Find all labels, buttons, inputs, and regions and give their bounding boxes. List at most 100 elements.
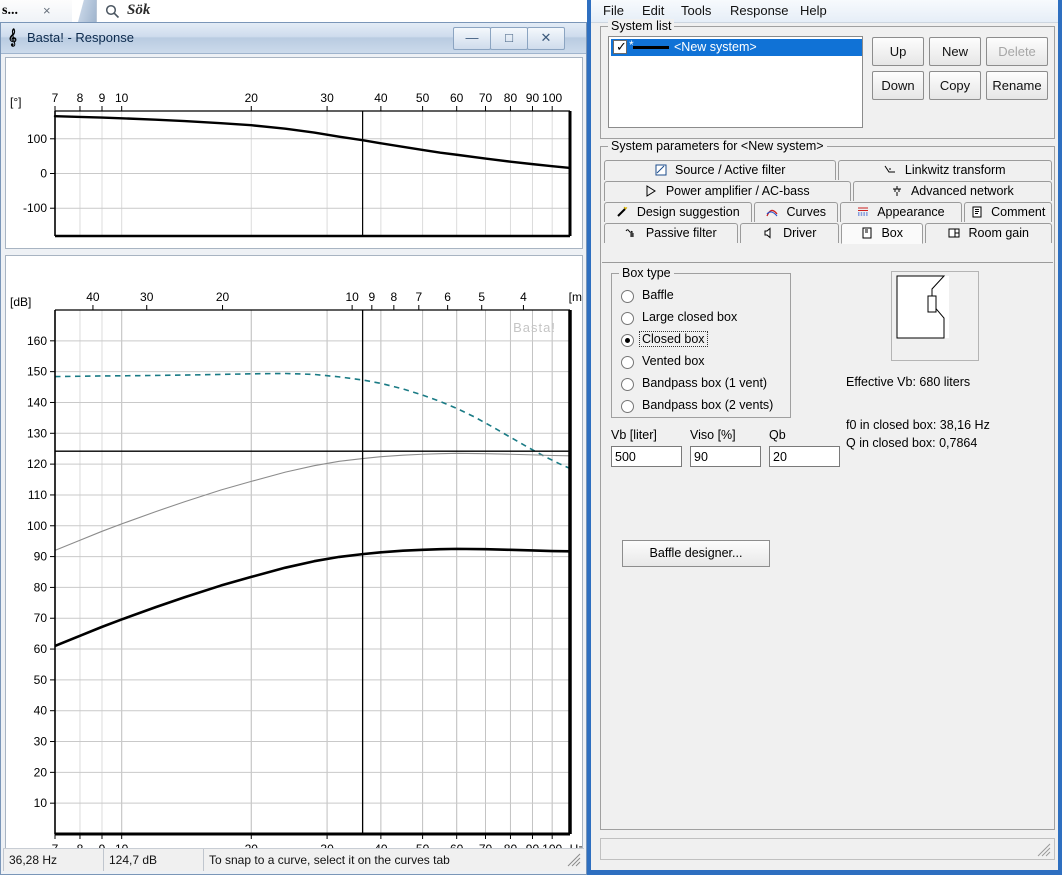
search-icon xyxy=(105,4,120,22)
minimize-button[interactable]: — xyxy=(453,27,491,50)
menu-tools[interactable]: Tools xyxy=(675,2,717,20)
browser-tab[interactable]: s... × xyxy=(0,0,73,24)
tab-advanced-network[interactable]: Advanced network xyxy=(853,181,1052,201)
radio-bandpass-2-vents[interactable]: Bandpass box (2 vents) xyxy=(621,397,786,416)
svg-text:60: 60 xyxy=(34,642,48,656)
tab-room-gain[interactable]: Room gain xyxy=(925,223,1052,243)
radio-label: Baffle xyxy=(642,288,674,302)
rename-button[interactable]: Rename xyxy=(986,71,1048,100)
tab-label: Linkwitz transform xyxy=(904,163,1006,177)
radio-label: Large closed box xyxy=(642,310,738,324)
maximize-icon: □ xyxy=(505,30,513,45)
radio-bandpass-1-vent[interactable]: Bandpass box (1 vent) xyxy=(621,375,786,394)
menu-edit[interactable]: Edit xyxy=(636,2,670,20)
system-enabled-checkbox[interactable]: ✓ xyxy=(613,39,627,54)
menu-response[interactable]: Response xyxy=(724,2,795,20)
qb-label: Qb xyxy=(769,428,786,442)
system-list-group: System list ✓ * <New system> Up New Dele… xyxy=(600,19,1055,139)
up-button[interactable]: Up xyxy=(872,37,924,66)
system-list-box[interactable]: ✓ * <New system> xyxy=(608,36,863,128)
comment-icon xyxy=(971,205,983,223)
radio-circle-icon xyxy=(621,334,634,347)
radio-baffle[interactable]: Baffle xyxy=(621,287,786,306)
close-icon: ✕ xyxy=(540,30,552,45)
maximize-button[interactable]: □ xyxy=(490,27,528,50)
phase-chart[interactable]: -10001007 8 9 10 20 30 40 50 60 70 80 90 100[°] xyxy=(6,58,582,248)
baffle-designer-button[interactable]: Baffle designer... xyxy=(622,540,770,567)
browser-tab-title: s... xyxy=(2,3,18,18)
list-item[interactable]: ✓ * <New system> xyxy=(611,38,862,56)
svg-text:100: 100 xyxy=(27,132,47,146)
svg-text:7: 7 xyxy=(52,91,59,105)
menu-help[interactable]: Help xyxy=(794,2,833,20)
spl-chart[interactable]: Basta! 10 20 30 40 50 60 70 80 90 100 110 120 130 140 1… xyxy=(6,256,582,869)
basta-main-window: File Edit Tools Response Help System lis… xyxy=(587,0,1062,875)
tab-design-suggestion[interactable]: Design suggestion xyxy=(604,202,752,222)
browser-tab-close-icon[interactable]: × xyxy=(43,3,51,18)
svg-text:150: 150 xyxy=(27,365,47,379)
resize-grip-icon[interactable] xyxy=(567,853,581,867)
linkwitz-icon xyxy=(884,163,896,181)
close-button[interactable]: ✕ xyxy=(527,27,565,50)
response-titlebar[interactable]: 𝄞 Basta! - Response — □ ✕ xyxy=(1,23,586,54)
svg-text:50: 50 xyxy=(416,91,430,105)
svg-text:130: 130 xyxy=(27,426,47,440)
status-level: 124,7 dB xyxy=(103,849,203,871)
resize-grip-icon[interactable] xyxy=(1037,843,1051,857)
tab-driver[interactable]: Driver xyxy=(740,223,839,243)
svg-text:110: 110 xyxy=(28,488,47,502)
svg-text:[m]: [m] xyxy=(569,290,582,304)
response-statusbar: 36,28 Hz 124,7 dB To snap to a curve, se… xyxy=(3,848,584,871)
browser-search-bar[interactable]: Sök xyxy=(96,0,587,24)
svg-text:30: 30 xyxy=(140,290,154,304)
tab-label: Source / Active filter xyxy=(675,163,786,177)
radio-circle-icon xyxy=(621,400,634,413)
svg-text:Basta!: Basta! xyxy=(513,320,556,335)
box-type-group: Box type Baffle Large closed box Closed … xyxy=(611,266,791,418)
tab-label: Curves xyxy=(786,205,827,219)
phase-chart-panel[interactable]: -100 0 100 7 8 9 10 20 30 40 50 60 70 80 90 100 [°] xyxy=(5,57,583,249)
tab-passive-filter[interactable]: Passive filter xyxy=(604,223,738,243)
menu-file[interactable]: File xyxy=(597,2,630,20)
basta-statusbar xyxy=(600,838,1055,860)
tab-label: Comment xyxy=(991,205,1046,219)
system-name: <New system> xyxy=(674,40,757,54)
vb-field[interactable] xyxy=(611,446,682,467)
system-parameters-title: System parameters for <New system> xyxy=(608,139,827,153)
viso-field[interactable] xyxy=(690,446,761,467)
tab-label: Power amplifier / AC-bass xyxy=(665,184,810,198)
svg-text:120: 120 xyxy=(27,457,47,471)
svg-text:6: 6 xyxy=(444,290,451,304)
tab-linkwitz-transform[interactable]: Linkwitz transform xyxy=(838,160,1052,180)
curve-color-swatch xyxy=(633,46,669,49)
svg-text:10: 10 xyxy=(34,796,48,810)
amplifier-icon xyxy=(645,184,657,202)
svg-text:9: 9 xyxy=(99,91,106,105)
down-button[interactable]: Down xyxy=(872,71,924,100)
spl-chart-panel[interactable]: Basta! 10 20 30 40 50 60 70 80 90 100 110 120 130 140 1… xyxy=(5,255,583,870)
tab-label: Driver xyxy=(783,226,817,240)
copy-button[interactable]: Copy xyxy=(929,71,981,100)
qb-field[interactable] xyxy=(769,446,840,467)
radio-circle-icon xyxy=(621,290,634,303)
svg-text:-100: -100 xyxy=(23,201,47,215)
radio-vented-box[interactable]: Vented box xyxy=(621,353,786,372)
tab-box[interactable]: Box xyxy=(841,223,923,244)
network-icon xyxy=(891,184,903,202)
svg-text:70: 70 xyxy=(34,611,48,625)
tab-power-amplifier[interactable]: Power amplifier / AC-bass xyxy=(604,181,851,201)
svg-text:40: 40 xyxy=(374,91,388,105)
tab-curves[interactable]: Curves xyxy=(754,202,838,222)
tab-source-active-filter[interactable]: Source / Active filter xyxy=(604,160,836,180)
radio-circle-icon xyxy=(621,356,634,369)
tab-comment[interactable]: Comment xyxy=(964,202,1052,222)
new-button[interactable]: New xyxy=(929,37,981,66)
search-input-placeholder[interactable]: Sök xyxy=(127,2,150,19)
radio-closed-box[interactable]: Closed box xyxy=(621,331,786,350)
appearance-icon xyxy=(857,205,869,223)
svg-text:90: 90 xyxy=(526,91,540,105)
status-hint: To snap to a curve, select it on the cur… xyxy=(203,849,584,871)
radio-large-closed-box[interactable]: Large closed box xyxy=(621,309,786,328)
tab-appearance[interactable]: Appearance xyxy=(840,202,962,222)
svg-text:0: 0 xyxy=(40,167,47,181)
